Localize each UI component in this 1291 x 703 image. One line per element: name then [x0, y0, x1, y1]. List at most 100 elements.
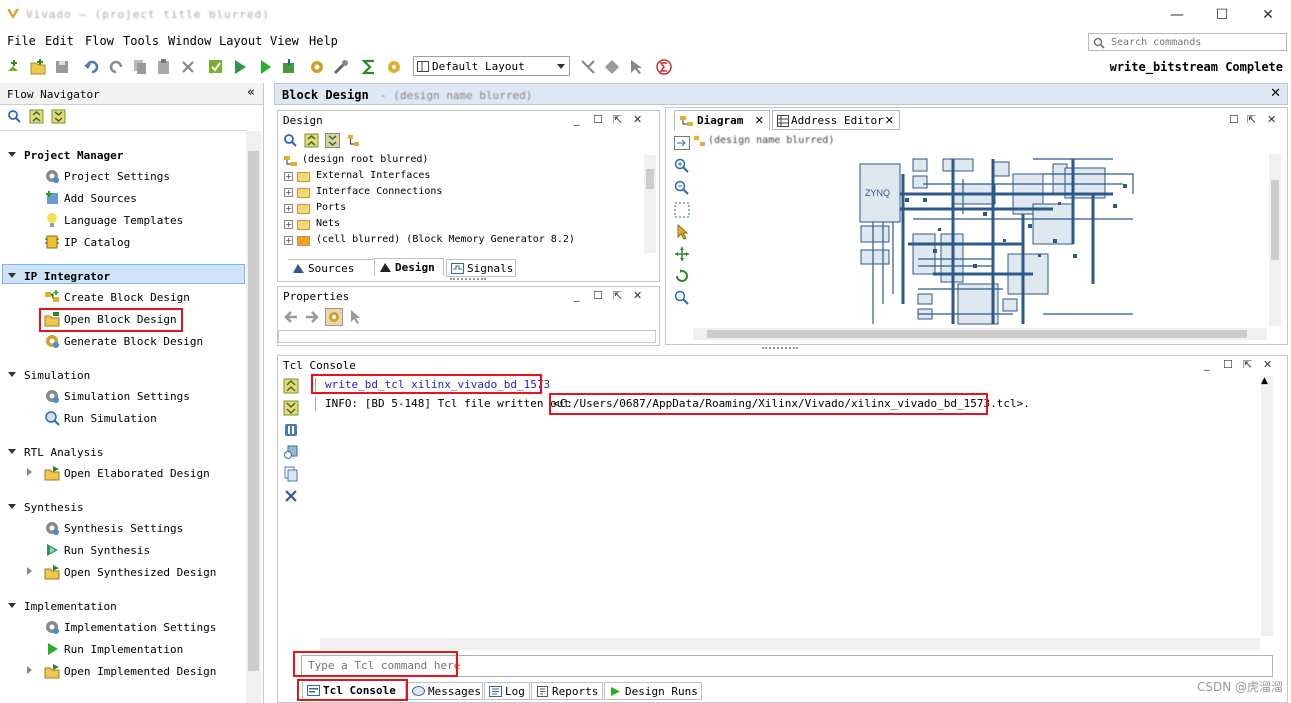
save-icon[interactable]	[52, 57, 72, 77]
expand-all-icon[interactable]	[325, 133, 340, 148]
search-icon[interactable]	[7, 109, 22, 124]
section-ip-integrator[interactable]: IP Integrator	[24, 270, 110, 283]
expand-toggle[interactable]	[27, 666, 32, 674]
menu-file[interactable]: File	[7, 34, 36, 48]
section-rtl-analysis[interactable]: RTL Analysis	[24, 446, 103, 459]
collapse-all-icon[interactable]	[283, 378, 299, 394]
copy-icon[interactable]	[130, 57, 150, 77]
collapse-all-icon[interactable]	[304, 133, 319, 148]
expand-toggle[interactable]	[27, 567, 32, 575]
collapse-all-icon[interactable]	[29, 109, 44, 124]
expand-toggle[interactable]	[8, 273, 16, 278]
maximize-button[interactable]: ☐	[1207, 5, 1237, 25]
restore-icon[interactable]: ☐	[1229, 113, 1239, 126]
delete-icon[interactable]	[178, 57, 198, 77]
expand-toggle[interactable]	[8, 152, 16, 157]
clear-icon[interactable]	[283, 488, 299, 504]
minimize-button[interactable]: —	[1162, 5, 1192, 25]
properties-settings-icon[interactable]	[325, 308, 343, 326]
expand-all-icon[interactable]	[283, 400, 299, 416]
run-icon[interactable]	[255, 57, 275, 77]
design-tree-scrollbar[interactable]	[644, 155, 656, 253]
pointer-icon[interactable]	[348, 309, 362, 325]
section-project-manager[interactable]: Project Manager	[24, 149, 123, 162]
close-icon[interactable]: ✕	[1267, 113, 1276, 126]
expand-toggle[interactable]: +	[284, 236, 293, 245]
expand-toggle[interactable]: +	[284, 172, 293, 181]
zoom-area-icon[interactable]	[674, 202, 690, 218]
splitter-handle[interactable]	[762, 347, 798, 350]
tab-address-editor[interactable]: Address Editor ✕	[772, 110, 900, 130]
search-input[interactable]	[1111, 35, 1281, 49]
splitter-handle[interactable]	[450, 278, 486, 281]
float-icon[interactable]: ⇱	[613, 113, 622, 126]
pause-icon[interactable]	[283, 422, 299, 438]
sigma-report-icon[interactable]	[654, 57, 674, 77]
copy-icon[interactable]	[283, 466, 299, 482]
debug-icon[interactable]	[578, 57, 598, 77]
select-icon[interactable]	[674, 224, 690, 240]
menu-edit[interactable]: Edit	[45, 34, 74, 48]
search-icon[interactable]	[283, 133, 298, 148]
diagram-hscroll[interactable]	[693, 328, 1267, 340]
close-tab-icon[interactable]: ✕	[885, 114, 894, 127]
redo-icon[interactable]	[106, 57, 126, 77]
section-implementation[interactable]: Implementation	[24, 600, 117, 613]
menu-layout[interactable]: Layout	[219, 34, 262, 48]
minimize-icon[interactable]: _	[1204, 358, 1210, 371]
tab-design[interactable]: Design	[374, 258, 444, 276]
scroll-thumb[interactable]	[248, 151, 259, 671]
filter-icon[interactable]	[283, 444, 299, 460]
restore-icon[interactable]: ☐	[593, 289, 603, 302]
section-synthesis[interactable]: Synthesis	[24, 501, 84, 514]
pointer-icon[interactable]	[626, 57, 646, 77]
new-project-icon[interactable]	[4, 57, 24, 77]
diagram-vscroll[interactable]	[1269, 154, 1281, 326]
close-window-button[interactable]: ✕	[1253, 5, 1283, 25]
close-icon[interactable]: ✕	[633, 289, 642, 302]
expand-toggle[interactable]	[27, 468, 32, 476]
menu-window[interactable]: Window	[168, 34, 211, 48]
tab-log[interactable]: Log	[484, 682, 530, 700]
float-icon[interactable]: ⇱	[1243, 358, 1252, 371]
hierarchy-icon[interactable]	[346, 133, 361, 148]
config-icon[interactable]	[384, 57, 404, 77]
layout-dropdown[interactable]: Default Layout	[413, 56, 570, 76]
close-icon[interactable]: ✕	[633, 113, 642, 126]
pan-icon[interactable]	[674, 246, 690, 262]
fit-icon[interactable]	[674, 136, 690, 150]
close-icon[interactable]: ✕	[1263, 358, 1272, 371]
search-commands[interactable]	[1088, 33, 1287, 51]
run-check-icon[interactable]	[206, 57, 226, 77]
expand-toggle[interactable]	[8, 449, 16, 454]
close-tab-icon[interactable]: ✕	[755, 114, 764, 127]
expand-toggle[interactable]: +	[284, 220, 293, 229]
tab-signals[interactable]: Signals	[446, 259, 516, 277]
float-icon[interactable]: ⇱	[1247, 113, 1256, 126]
open-project-icon[interactable]	[28, 57, 48, 77]
menu-flow[interactable]: Flow	[85, 34, 114, 48]
paste-icon[interactable]	[154, 57, 174, 77]
expand-toggle[interactable]	[8, 603, 16, 608]
tab-sources[interactable]: Sources	[288, 259, 376, 277]
minimize-icon[interactable]: _	[574, 113, 580, 126]
block-diagram-canvas[interactable]: ZYNQ	[693, 154, 1267, 326]
expand-toggle[interactable]: +	[284, 204, 293, 213]
minimize-icon[interactable]: _	[574, 289, 580, 302]
search-icon[interactable]	[674, 290, 690, 306]
generate-bitstream-icon[interactable]	[279, 57, 299, 77]
tab-diagram[interactable]: Diagram ✕	[674, 110, 770, 130]
menu-tools[interactable]: Tools	[123, 34, 159, 48]
forward-arrow-icon[interactable]	[304, 309, 320, 325]
restore-icon[interactable]: ☐	[593, 113, 603, 126]
zoom-in-icon[interactable]	[674, 158, 690, 174]
undo-icon[interactable]	[82, 57, 102, 77]
settings-icon[interactable]	[307, 57, 327, 77]
sigma-icon[interactable]	[359, 57, 379, 77]
back-arrow-icon[interactable]	[283, 309, 299, 325]
regenerate-layout-icon[interactable]	[674, 268, 690, 284]
menu-view[interactable]: View	[270, 34, 299, 48]
tab-design-runs[interactable]: Design Runs	[604, 682, 702, 700]
tools-icon[interactable]	[331, 57, 351, 77]
menu-help[interactable]: Help	[309, 34, 338, 48]
